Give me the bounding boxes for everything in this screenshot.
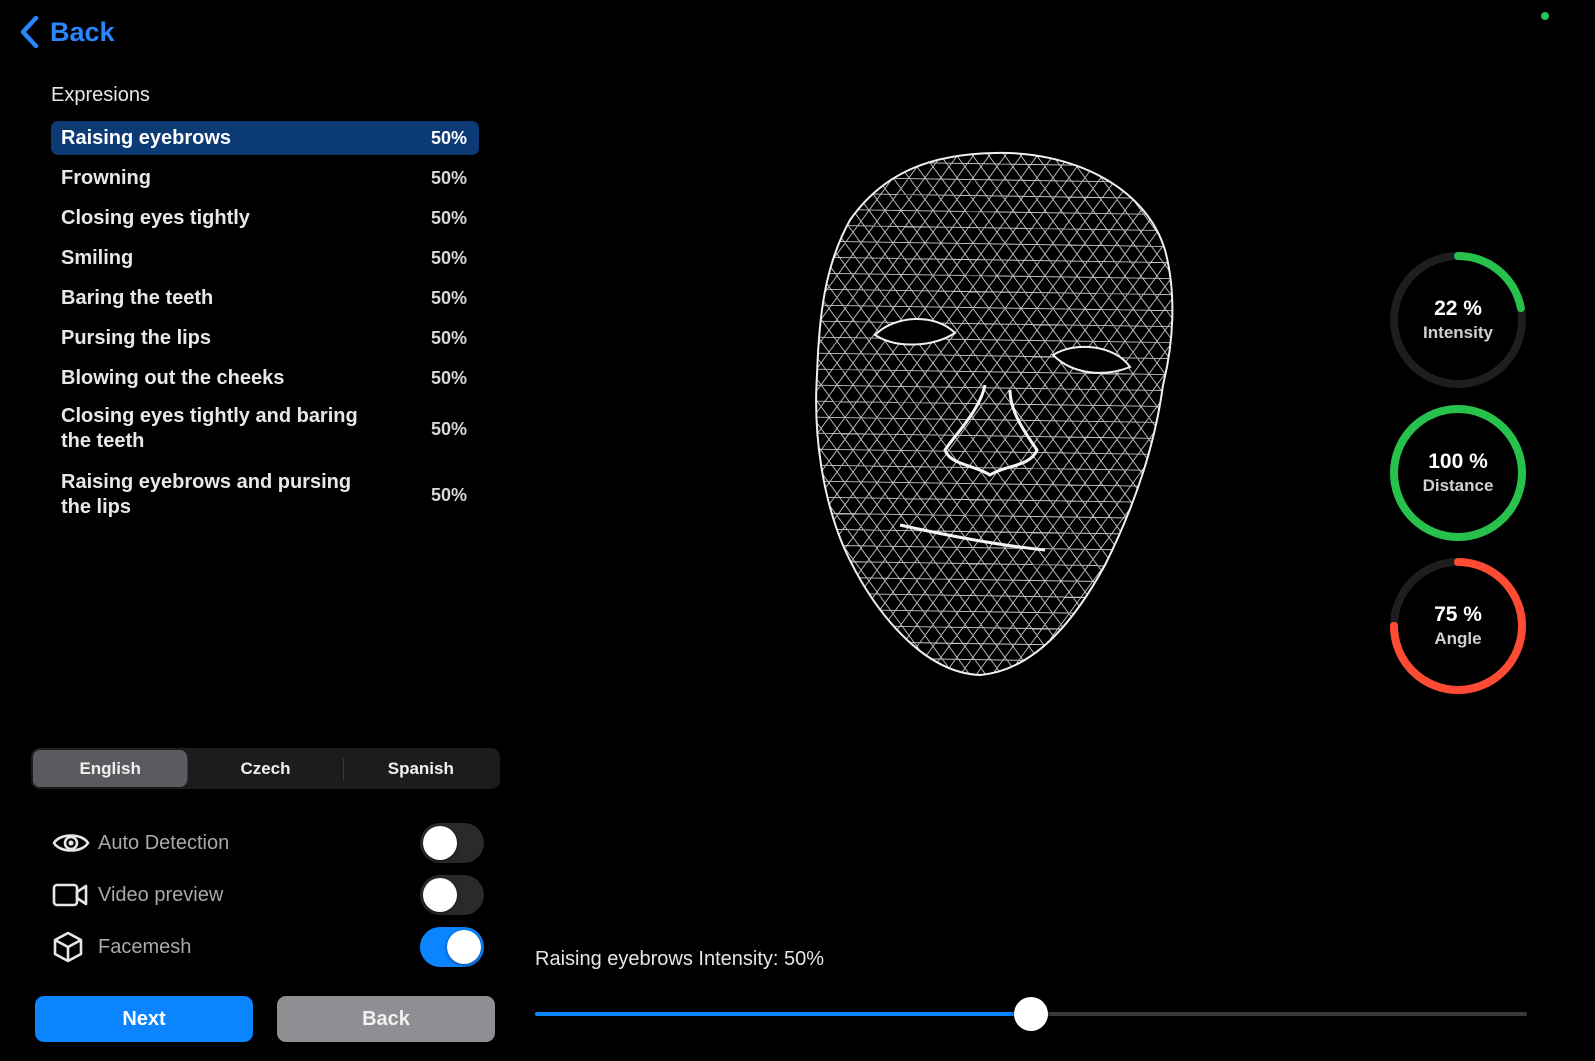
expression-name: Baring the teeth — [61, 286, 214, 309]
expression-item-raising-eyebrows[interactable]: Raising eyebrows 50% — [51, 121, 479, 155]
slider-fill — [535, 1012, 1031, 1016]
expression-name: Raising eyebrows — [61, 126, 232, 149]
expression-item-frowning[interactable]: Frowning 50% — [51, 161, 479, 195]
expression-item-smiling[interactable]: Smiling 50% — [51, 241, 479, 275]
eye-icon — [52, 824, 90, 862]
facemesh-toggle[interactable] — [420, 927, 484, 967]
expressions-title: Expresions — [51, 84, 150, 106]
expression-item-pursing-the-lips[interactable]: Pursing the lips 50% — [51, 321, 479, 355]
angle-gauge: 75 % Angle — [1385, 553, 1531, 699]
auto-detection-toggle[interactable] — [420, 823, 484, 863]
expression-value: 50% — [430, 167, 467, 188]
mesh-wireframe — [816, 152, 1173, 675]
status-indicator — [1541, 12, 1549, 20]
next-button[interactable]: Next — [35, 996, 253, 1042]
setting-facemesh: Facemesh — [52, 925, 484, 969]
expression-name: Pursing the lips — [61, 326, 212, 349]
expression-value: 50% — [430, 418, 467, 439]
slider-thumb[interactable] — [1014, 997, 1048, 1031]
expression-value: 50% — [430, 127, 467, 148]
setting-label: Facemesh — [98, 935, 192, 958]
expression-value: 50% — [430, 327, 467, 348]
language-option-czech[interactable]: Czech — [188, 750, 342, 787]
expression-item-raising-eyebrows-and-pursing-lips[interactable]: Raising eyebrows and pursing the lips 50… — [51, 467, 479, 523]
expression-value: 50% — [430, 287, 467, 308]
setting-label: Video preview — [98, 883, 224, 906]
intensity-gauge: 22 % Intensity — [1385, 247, 1531, 393]
expression-value: 50% — [430, 247, 467, 268]
expression-value: 50% — [430, 367, 467, 388]
face-mesh-view — [805, 145, 1195, 690]
language-segmented-control: English Czech Spanish — [31, 748, 500, 789]
back-button[interactable]: Back — [277, 996, 495, 1042]
expressions-list: Raising eyebrows 50% Frowning 50% Closin… — [51, 121, 479, 523]
mouth-line — [899, 523, 1046, 552]
expression-name: Blowing out the cheeks — [61, 366, 285, 389]
metric-value: 22 % — [1434, 297, 1482, 320]
expression-name: Smiling — [61, 246, 134, 269]
expression-name: Closing eyes tightly and baring the teet… — [61, 405, 358, 452]
chevron-left-icon — [20, 15, 39, 49]
metric-label: Distance — [1422, 476, 1494, 495]
expression-item-closing-eyes-and-baring-teeth[interactable]: Closing eyes tightly and baring the teet… — [51, 401, 479, 457]
intensity-slider-label: Raising eyebrows Intensity: 50% — [535, 948, 825, 970]
language-option-spanish[interactable]: Spanish — [344, 750, 498, 787]
cube-icon — [52, 928, 90, 966]
expression-value: 50% — [430, 484, 467, 505]
video-camera-icon — [52, 876, 90, 914]
toggle-knob — [423, 878, 457, 912]
video-preview-toggle[interactable] — [420, 875, 484, 915]
setting-auto-detection: Auto Detection — [52, 821, 484, 865]
metric-value: 100 % — [1428, 450, 1488, 473]
metric-value: 75 % — [1434, 603, 1482, 626]
intensity-slider[interactable] — [535, 994, 1527, 1034]
expression-item-blowing-out-the-cheeks[interactable]: Blowing out the cheeks 50% — [51, 361, 479, 395]
toggle-knob — [447, 930, 481, 964]
expression-name: Raising eyebrows and pursing the lips — [61, 471, 352, 518]
language-option-english[interactable]: English — [33, 750, 188, 787]
expression-name: Frowning — [61, 166, 151, 189]
expression-value: 50% — [430, 207, 467, 228]
expression-name: Closing eyes tightly — [61, 206, 250, 229]
back-link[interactable]: Back — [18, 12, 115, 52]
expression-item-baring-the-teeth[interactable]: Baring the teeth 50% — [51, 281, 479, 315]
setting-video-preview: Video preview — [52, 873, 484, 917]
expression-item-closing-eyes-tightly[interactable]: Closing eyes tightly 50% — [51, 201, 479, 235]
toggle-knob — [423, 826, 457, 860]
face-mesh-graphic — [815, 151, 1174, 677]
metric-label: Intensity — [1423, 323, 1493, 342]
distance-gauge: 100 % Distance — [1385, 400, 1531, 546]
setting-label: Auto Detection — [98, 831, 230, 854]
metric-label: Angle — [1434, 629, 1482, 648]
back-link-label: Back — [50, 16, 115, 47]
